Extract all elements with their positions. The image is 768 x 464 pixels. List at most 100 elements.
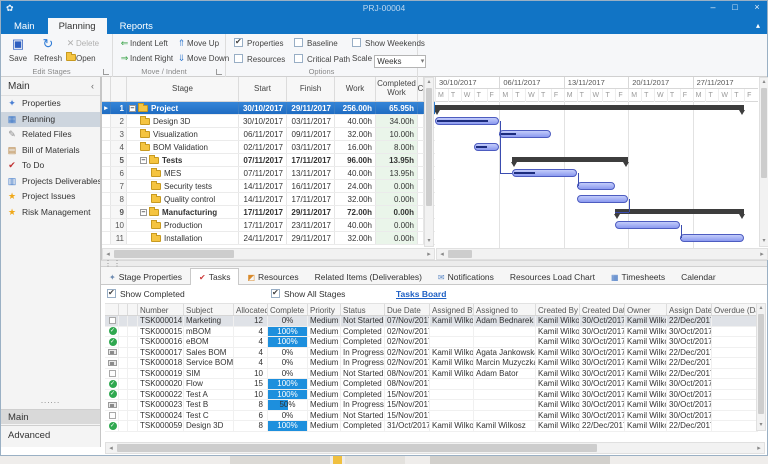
gantt-task-bar[interactable] <box>435 117 500 125</box>
stage-row-visualization[interactable]: 3 Visualization 06/11/2017 09/11/2017 32.00h… <box>102 128 435 141</box>
stage-row-security-tests[interactable]: 7 Security tests 14/11/2017 16/11/2017 24.00… <box>102 180 435 193</box>
close-button[interactable]: × <box>751 2 763 12</box>
sidebar-item-risk-management[interactable]: ★ Risk Management <box>1 205 100 221</box>
indent-left-button[interactable]: ⇐ Indent Left <box>119 38 168 52</box>
bottom-tab-tasks[interactable]: ✔ Tasks <box>190 268 240 286</box>
dialog-launcher-icon[interactable] <box>216 69 222 75</box>
minimize-button[interactable]: – <box>707 2 719 12</box>
resources-checkbox[interactable]: Resources <box>234 54 285 68</box>
task-column-header-assigned-by[interactable]: Assigned By <box>430 304 474 315</box>
sidebar-item-planning[interactable]: ▦ Planning <box>1 111 100 127</box>
baseline-checkbox[interactable]: Baseline <box>294 38 338 52</box>
task-row-tsk000024[interactable]: TSK000024 Test C 6 0% Medium Not Started 15/No… <box>105 410 760 421</box>
task-column-header-created-by[interactable]: Created By <box>536 304 580 315</box>
stage-grid-horizontal-scrollbar[interactable]: ◂ ▸ <box>102 248 435 260</box>
gantt-task-bar[interactable] <box>615 221 680 229</box>
sidebar-footer-advanced[interactable]: Advanced <box>1 425 100 447</box>
start-column-header[interactable]: Start <box>239 77 287 101</box>
task-row-tsk000015[interactable]: ✓ TSK000015 mBOM 4 100% Medium Completed 02/Nov… <box>105 326 760 337</box>
delete-button[interactable]: ✕ Delete <box>65 38 99 52</box>
stage-row-manufacturing[interactable]: 9– Manufacturing 17/11/2017 29/11/2017 72.00… <box>102 206 435 219</box>
completed-status-icon: ✓ <box>108 390 117 399</box>
gantt-vertical-scrollbar[interactable]: ▴ ▾ <box>759 77 768 247</box>
task-column-header-status[interactable]: Status <box>341 304 385 315</box>
gantt-task-bar[interactable] <box>576 195 629 203</box>
critical-path-checkbox[interactable]: Critical Path <box>294 54 350 68</box>
stage-grid-vertical-scrollbar[interactable]: ▴ ▾ <box>424 77 434 247</box>
sidebar-item-related-files[interactable]: ✎ Related Files <box>1 127 100 143</box>
collapse-icon[interactable]: – <box>129 104 136 112</box>
maximize-button[interactable]: □ <box>729 2 741 12</box>
move-down-button[interactable]: ⇓ Move Down <box>176 53 230 67</box>
gantt-body[interactable] <box>435 102 758 248</box>
properties-checkbox[interactable]: Properties <box>234 37 283 52</box>
show-all-stages-checkbox[interactable]: Show All Stages <box>271 288 345 299</box>
task-table-horizontal-scrollbar[interactable]: ◂ ▸ <box>105 442 765 454</box>
task-column-header-created-date[interactable]: Created Date <box>580 304 625 315</box>
task-row-tsk000016[interactable]: ✓ TSK000016 eBOM 4 100% Medium Completed 02/Nov… <box>105 337 760 348</box>
gantt-summary-bar[interactable] <box>435 105 746 115</box>
gantt-task-bar[interactable] <box>576 182 616 190</box>
stage-row-design-3d[interactable]: 2 Design 3D 30/10/2017 03/11/2017 40.00h 34.0… <box>102 115 435 128</box>
task-column-header-assigned-to[interactable]: Assigned to <box>474 304 536 315</box>
task-column-header-number[interactable]: Number <box>138 304 184 315</box>
gantt-summary-bar[interactable] <box>614 209 746 219</box>
gantt-task-bar[interactable] <box>499 130 551 138</box>
task-column-header-due-date[interactable]: Due Date <box>385 304 430 315</box>
show-completed-checkbox[interactable]: Show Completed <box>107 288 185 299</box>
task-row-tsk000019[interactable]: TSK000019 SIM 10 0% Medium Not Started 08/Nov/… <box>105 368 760 379</box>
stage-column-header[interactable]: Stage <box>127 77 239 101</box>
sidebar-item-project-issues[interactable]: ★ Project Issues <box>1 189 100 205</box>
sidebar-item-properties[interactable]: ✦ Properties <box>1 96 100 112</box>
stage-row-project[interactable]: ▸ 1– Project 30/10/2017 29/11/2017 256.00h 65.… <box>102 102 435 115</box>
pane-splitter[interactable]: ⋮⋮ <box>101 259 767 268</box>
gantt-task-bar[interactable] <box>512 169 577 177</box>
gantt-task-bar[interactable] <box>473 143 500 151</box>
task-row-tsk000020[interactable]: ✓ TSK000020 Flow 15 100% Medium Completed 08/No… <box>105 379 760 390</box>
gantt-task-bar[interactable] <box>679 234 745 242</box>
stage-row-installation[interactable]: 11 Installation 24/11/2017 29/11/2017 32.00h… <box>102 232 435 245</box>
tasks-board-link[interactable]: Tasks Board <box>396 289 446 299</box>
sidebar-item-to-do[interactable]: ✔ To Do <box>1 158 100 174</box>
sidebar-footer-main[interactable]: Main <box>1 409 100 424</box>
task-row-tsk000022[interactable]: ✓ TSK000022 Test A 10 100% Medium Completed 15/… <box>105 389 760 400</box>
indent-right-button[interactable]: ⇒ Indent Right <box>119 53 173 67</box>
collapse-icon[interactable]: – <box>140 208 147 216</box>
save-button[interactable]: ▣ Save <box>4 36 32 69</box>
sidebar-item-bill-of-materials[interactable]: ▤ Bill of Materials <box>1 143 100 159</box>
gantt-summary-bar[interactable] <box>511 157 630 167</box>
finish-column-header[interactable]: Finish <box>287 77 335 101</box>
collapse-icon[interactable]: – <box>140 156 147 164</box>
task-row-tsk000023[interactable]: TSK000023 Test B 8 50% Medium In Progress 15/N… <box>105 400 760 411</box>
task-row-tsk000018[interactable]: TSK000018 Service BOM 4 0% Medium In Progress… <box>105 358 760 369</box>
ribbon-collapse-icon[interactable]: ▴ <box>756 21 760 30</box>
stage-row-production[interactable]: 10 Production 17/11/2017 23/11/2017 40.00h 0.… <box>102 219 435 232</box>
sidebar-grip[interactable]: ...... <box>1 396 100 405</box>
task-row-tsk000017[interactable]: TSK000017 Sales BOM 4 0% Medium In Progress 02… <box>105 347 760 358</box>
completed-work-column-header[interactable]: Completed Work <box>376 77 418 101</box>
task-column-header-allocated[interactable]: Allocated <box>234 304 268 315</box>
sidebar-collapse-icon[interactable]: ‹ <box>91 77 94 96</box>
task-column-header-complete[interactable]: Complete <box>268 304 308 315</box>
task-column-header-overdue-days-[interactable]: Overdue (Days) <box>712 304 760 315</box>
stage-row-tests[interactable]: 5– Tests 07/11/2017 17/11/2017 96.00h 13.95h <box>102 154 435 167</box>
task-column-header-assign-date[interactable]: Assign Date <box>667 304 712 315</box>
dialog-launcher-icon[interactable] <box>103 69 109 75</box>
task-row-tsk000014[interactable]: TSK000014 Marketing 12 0% Medium Not Started 0… <box>105 316 760 327</box>
gantt-horizontal-scrollbar[interactable]: ◂ ▸ <box>436 248 768 260</box>
refresh-button[interactable]: ↻ Refresh <box>34 36 62 69</box>
open-button[interactable]: Open <box>65 52 96 67</box>
sidebar-item-projects-deliverables[interactable]: ▥ Projects Deliverables <box>1 174 100 190</box>
task-row-tsk000059[interactable]: ✓ TSK000059 Design 3D 8 100% Medium Completed 3… <box>105 421 760 432</box>
task-column-header-priority[interactable]: Priority <box>308 304 341 315</box>
scale-field: Scale Weeks <box>352 54 427 68</box>
stage-row-quality-control[interactable]: 8 Quality control 14/11/2017 17/11/2017 32.0… <box>102 193 435 206</box>
show-weekends-checkbox[interactable]: Show Weekends <box>352 38 425 52</box>
stage-row-bom-validation[interactable]: 4 BOM Validation 02/11/2017 03/11/2017 16.00… <box>102 141 435 154</box>
stage-row-mes[interactable]: 6 MES 07/11/2017 13/11/2017 40.00h 13.95h <box>102 167 435 180</box>
task-table-vertical-scrollbar[interactable]: ▴ ▾ <box>756 303 766 431</box>
move-up-button[interactable]: ⇑ Move Up <box>176 38 219 52</box>
task-column-header-owner[interactable]: Owner <box>625 304 667 315</box>
work-column-header[interactable]: Work <box>335 77 376 101</box>
task-column-header-subject[interactable]: Subject <box>184 304 234 315</box>
